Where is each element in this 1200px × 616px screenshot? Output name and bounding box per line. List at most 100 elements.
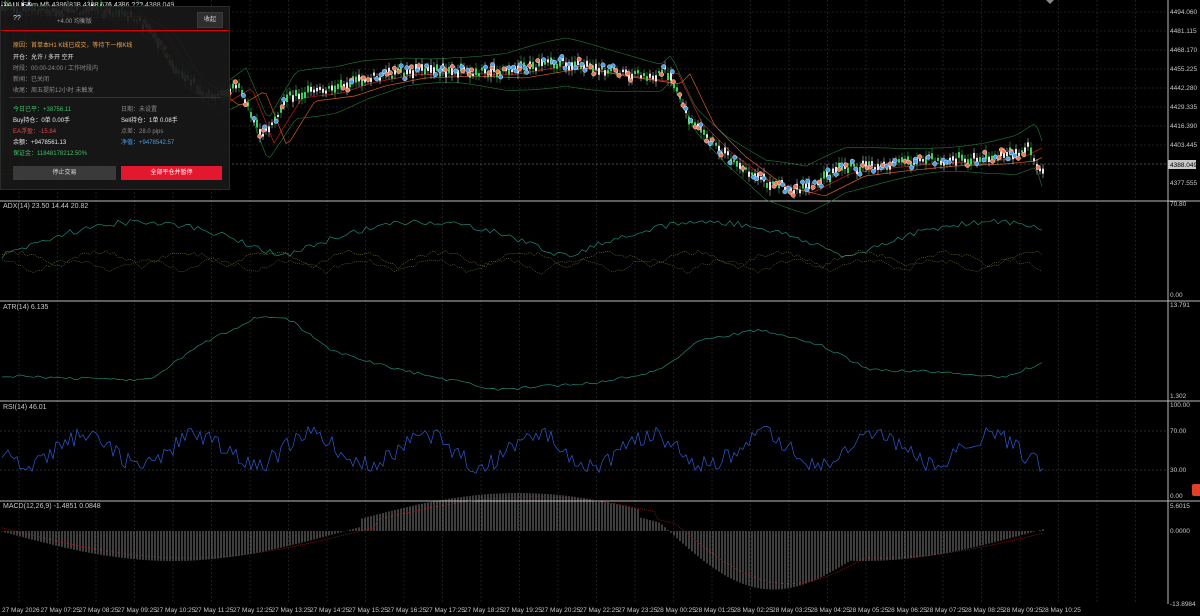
time-axis-label: 27 May 22:25 xyxy=(580,607,620,614)
sell-marker xyxy=(982,149,988,155)
time-axis-label: 28 May 06:25 xyxy=(888,607,928,614)
sell-marker xyxy=(1021,152,1027,157)
candle-body xyxy=(823,171,825,179)
ea-control-panel: ?? +4.00 均衡版 收起 原因：首单本H1 K线已成交，等待下一根K线 开… xyxy=(0,6,230,190)
candle-body xyxy=(391,75,393,79)
candle-body xyxy=(340,79,342,88)
candle-body xyxy=(316,87,318,92)
candle-body xyxy=(322,88,324,93)
sell-marker xyxy=(625,70,631,76)
candle-body xyxy=(436,64,438,71)
buy-marker xyxy=(506,65,512,71)
candle-body xyxy=(298,93,300,100)
status-reason: 原因：首单本H1 K线已成交，等待下一根K线 xyxy=(13,43,133,49)
atr-pane[interactable]: ATR(14) 6.135 13.791 1.302 xyxy=(1,302,1190,400)
buy-marker xyxy=(378,72,384,78)
date-label: 日期： xyxy=(121,107,140,113)
candle-body xyxy=(304,92,306,99)
shift-marker-icon[interactable] xyxy=(1046,0,1054,4)
buy-marker xyxy=(909,165,915,171)
time-axis-label: 27 May 2026 xyxy=(2,607,40,614)
atr-label: ATR(14) 6.135 xyxy=(3,304,48,311)
margin-label: 保证金： xyxy=(13,151,38,157)
rsi-label: RSI(14) 46.01 xyxy=(3,404,47,411)
candle-body xyxy=(535,67,537,71)
buy-marker xyxy=(780,182,785,187)
rsi-pane[interactable]: RSI(14) 46.01 100.00 70.00 30.00 0.00 xyxy=(0,402,1190,500)
candle-body xyxy=(898,159,900,163)
sell-marker xyxy=(345,87,351,93)
adx-pane[interactable]: ADX(14) 23.50 14.44 20.82 70.80 0.00 xyxy=(1,201,1187,299)
sell-marker xyxy=(671,79,676,85)
adx-label: ADX(14) 23.50 14.44 20.82 xyxy=(3,203,88,210)
buy-marker xyxy=(579,61,585,67)
candle-body xyxy=(544,61,546,65)
candle-body xyxy=(235,84,237,89)
ea-panel-header: ?? +4.00 均衡版 收起 xyxy=(1,7,229,31)
buy-marker xyxy=(981,157,987,163)
rsi-axis-30: 30.00 xyxy=(1170,467,1187,474)
candle-body xyxy=(421,64,423,71)
buy-marker xyxy=(251,116,257,121)
sell-marker xyxy=(588,64,594,69)
time-axis-label: 28 May 04:25 xyxy=(811,607,851,614)
date-value: 未设置 xyxy=(139,107,158,113)
buy-marker xyxy=(498,74,504,80)
price-axis-label: 4468.170 xyxy=(1170,47,1197,54)
buy-marker xyxy=(826,175,832,180)
sell-marker xyxy=(758,171,763,177)
close-all-button[interactable]: 全部平仓并暂停 xyxy=(121,166,222,180)
rsi-line xyxy=(1,425,1044,474)
sell-marker xyxy=(517,66,522,72)
candle-body xyxy=(832,168,834,174)
sell-marker xyxy=(1035,164,1041,170)
margin-field: 保证金：11848178212.50% xyxy=(13,148,87,157)
candle-body xyxy=(964,158,966,163)
buy-marker xyxy=(871,168,876,174)
candle-body xyxy=(355,76,357,83)
balance-value: +9478561.13 xyxy=(31,140,67,146)
buy-marker xyxy=(732,154,738,160)
candle-body xyxy=(703,129,705,135)
candle-body xyxy=(604,70,606,76)
time-axis-label: 28 May 00:25 xyxy=(657,607,697,614)
time-axis-label: 27 May 20:25 xyxy=(541,607,581,614)
candle-body xyxy=(658,71,660,74)
time-axis-label: 28 May 10:25 xyxy=(1042,607,1082,614)
date-field: 日期：未设置 xyxy=(121,104,157,113)
candle-body xyxy=(799,189,801,194)
buy-marker xyxy=(800,179,805,185)
stop-trading-button[interactable]: 停止交易 xyxy=(13,166,116,180)
buy-marker xyxy=(262,124,267,130)
buy-marker xyxy=(610,63,616,69)
side-badge[interactable] xyxy=(1192,484,1200,496)
candle-body xyxy=(547,59,549,63)
buy-marker xyxy=(424,63,429,69)
buy-marker xyxy=(240,92,246,98)
ea-panel-title: ?? xyxy=(13,15,21,22)
spread-field: 点差：28.0 pips xyxy=(121,126,163,135)
candle-body xyxy=(595,63,597,70)
time-axis-label: 27 May 17:25 xyxy=(426,607,466,614)
collapse-button[interactable]: 收起 xyxy=(197,12,223,28)
buy-marker xyxy=(524,69,530,75)
price-axis-label: 4377.555 xyxy=(1170,180,1197,187)
buy-marker xyxy=(517,62,523,68)
macd-pane[interactable]: MACD(12,26,9) -1.4851 0.0848 5.6015 0.00… xyxy=(1,493,1196,608)
candle-body xyxy=(1018,152,1020,156)
time-axis-label: 28 May 01:25 xyxy=(695,607,735,614)
time-axis-label: 28 May 09:25 xyxy=(1003,607,1043,614)
buy-marker xyxy=(812,179,818,185)
candle-body xyxy=(607,69,609,74)
rsi-line-path xyxy=(1,425,1044,474)
rsi-axis-70: 70.00 xyxy=(1170,428,1187,435)
adx-main-line xyxy=(1,218,1043,259)
sell-positions: Sell持仓：1单 0.08手 xyxy=(121,115,178,124)
macd-histogram xyxy=(1,493,1044,590)
candle-body xyxy=(640,75,642,79)
ea-floating-pl: EA浮盈：-15.84 xyxy=(13,126,56,135)
candle-body xyxy=(643,72,645,77)
sell-marker xyxy=(843,162,849,168)
candle-body xyxy=(307,85,309,93)
time-axis-label: 28 May 07:25 xyxy=(926,607,966,614)
